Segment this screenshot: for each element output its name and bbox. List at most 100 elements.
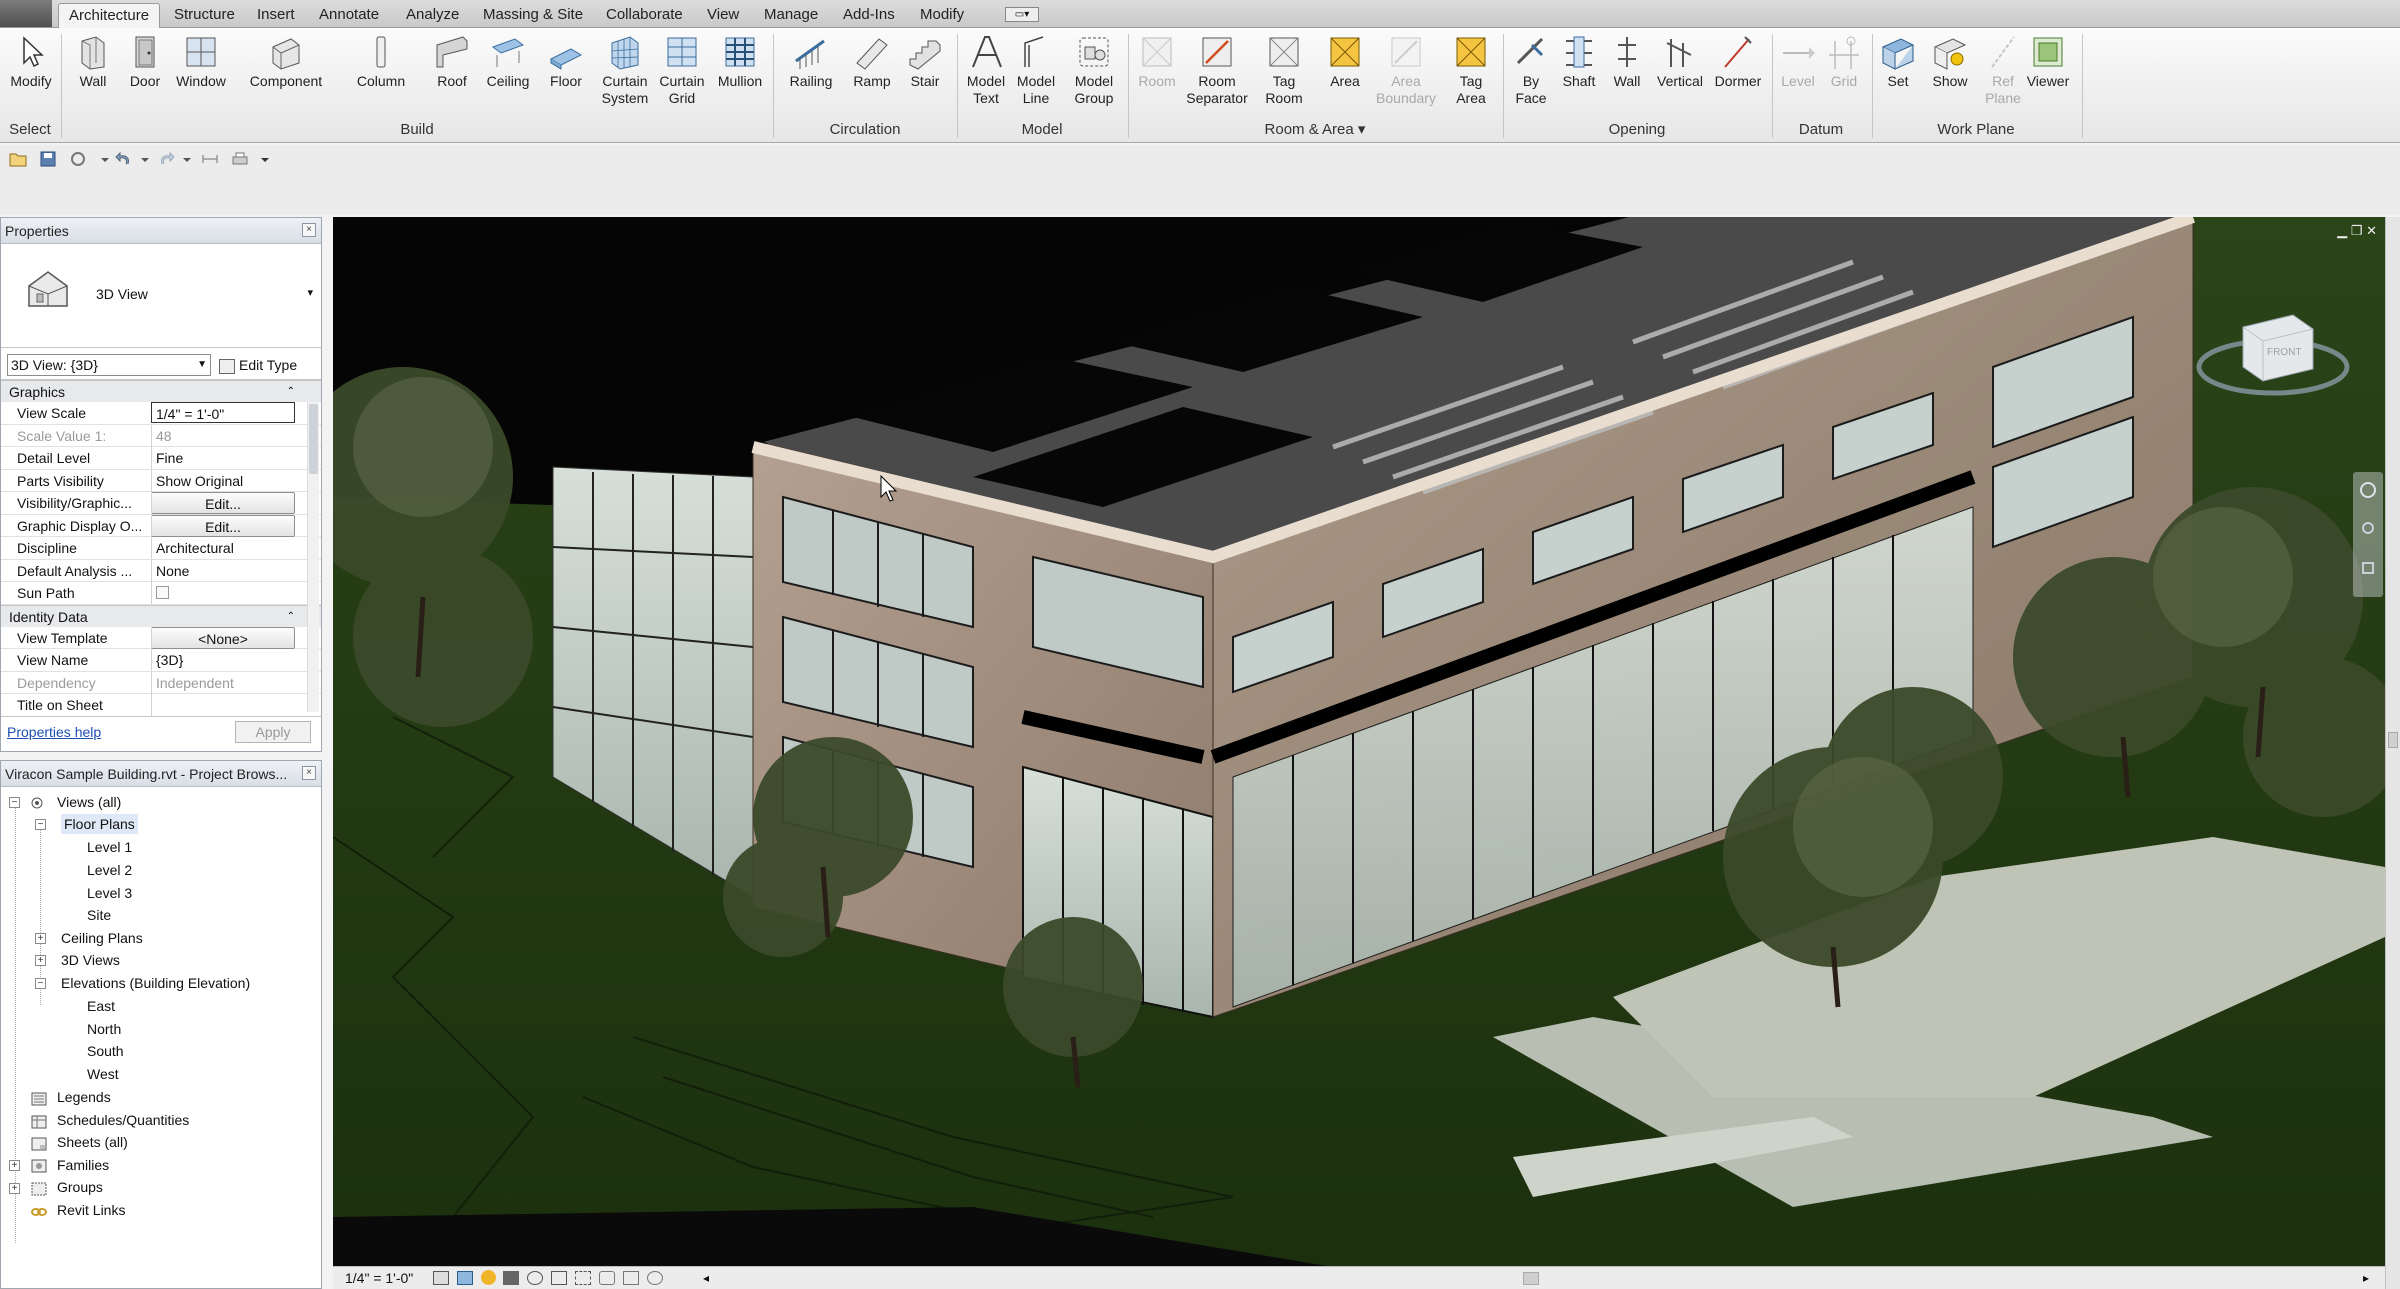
- collapse-toggle-icon[interactable]: −: [9, 797, 20, 808]
- tab-structure[interactable]: Structure: [164, 3, 245, 28]
- steering-wheel-icon[interactable]: [2360, 482, 2376, 498]
- ceiling-button[interactable]: Ceiling: [480, 33, 536, 90]
- instance-selector-dropdown[interactable]: 3D View: {3D} ▼: [7, 354, 211, 376]
- wall-opening-button[interactable]: Wall: [1604, 33, 1650, 90]
- tree-sheets[interactable]: Sheets (all): [57, 1132, 128, 1152]
- tree-level-1[interactable]: Level 1: [87, 837, 132, 857]
- viewer-button[interactable]: Viewer: [2020, 33, 2076, 90]
- tag-room-button[interactable]: Tag Room: [1258, 33, 1310, 107]
- vertical-scrollbar[interactable]: [2385, 217, 2400, 1289]
- group-identity-data[interactable]: Identity Data ⌃: [1, 604, 321, 628]
- grid-button[interactable]: Grid: [1822, 33, 1866, 90]
- model-group-button[interactable]: Model Group: [1066, 33, 1122, 107]
- scroll-right-arrow-icon[interactable]: ▸: [2363, 1267, 2369, 1289]
- set-workplane-button[interactable]: Set: [1876, 33, 1920, 90]
- tab-insert[interactable]: Insert: [247, 3, 305, 28]
- column-button[interactable]: Column: [350, 33, 412, 90]
- sync-central-icon[interactable]: [68, 150, 88, 168]
- restore-view-icon[interactable]: ❐: [2351, 223, 2363, 238]
- detail-level-field[interactable]: Fine: [151, 447, 295, 469]
- collapse-arrows-icon[interactable]: ⌃: [287, 606, 295, 628]
- dormer-button[interactable]: Dormer: [1710, 33, 1766, 90]
- tab-analyze[interactable]: Analyze: [396, 3, 469, 28]
- tree-east[interactable]: East: [87, 996, 115, 1016]
- show-workplane-button[interactable]: Show: [1924, 33, 1976, 90]
- collapse-toggle-icon[interactable]: −: [35, 978, 46, 989]
- open-folder-icon[interactable]: [8, 150, 28, 168]
- level-button[interactable]: Level: [1776, 33, 1820, 90]
- tree-floor-plans[interactable]: Floor Plans: [61, 814, 138, 834]
- dropdown-arrow-icon[interactable]: [100, 150, 110, 168]
- tab-architecture[interactable]: Architecture: [58, 3, 161, 28]
- sun-path-icon[interactable]: [481, 1270, 496, 1285]
- save-icon[interactable]: [38, 150, 58, 168]
- dropdown-arrow-icon[interactable]: [140, 150, 150, 168]
- room-button[interactable]: Room: [1132, 33, 1182, 90]
- scroll-thumb[interactable]: [309, 404, 318, 474]
- expand-toggle-icon[interactable]: +: [35, 933, 46, 944]
- tree-north[interactable]: North: [87, 1019, 121, 1039]
- tree-families[interactable]: Families: [57, 1155, 109, 1175]
- tab-annotate[interactable]: Annotate: [309, 3, 389, 28]
- edit-type-button[interactable]: Edit Type: [219, 354, 315, 376]
- shaft-button[interactable]: Shaft: [1554, 33, 1604, 90]
- group-graphics[interactable]: Graphics ⌃: [1, 380, 321, 402]
- tree-schedules[interactable]: Schedules/Quantities: [57, 1110, 189, 1130]
- type-selector[interactable]: 3D View ▾: [1, 244, 321, 348]
- 3d-viewport[interactable]: ▁ ❐ ✕ FRONT: [333, 217, 2385, 1267]
- expand-toggle-icon[interactable]: +: [9, 1183, 20, 1194]
- collapse-arrows-icon[interactable]: ⌃: [287, 381, 295, 403]
- dropdown-arrow-icon[interactable]: [182, 150, 192, 168]
- tree-3d-views[interactable]: 3D Views: [61, 950, 120, 970]
- crop-view-icon[interactable]: [551, 1271, 567, 1285]
- redo-icon[interactable]: [156, 150, 176, 168]
- window-button[interactable]: Window: [170, 33, 232, 90]
- tree-south[interactable]: South: [87, 1041, 124, 1061]
- area-boundary-button[interactable]: Area Boundary: [1374, 33, 1438, 107]
- ribbon-minimize-toggle-icon[interactable]: ▭▾: [1005, 7, 1039, 22]
- ramp-button[interactable]: Ramp: [846, 33, 898, 90]
- stair-button[interactable]: Stair: [900, 33, 950, 90]
- properties-help-link[interactable]: Properties help: [7, 724, 101, 740]
- discipline-field[interactable]: Architectural: [151, 537, 295, 559]
- tree-elevations[interactable]: Elevations (Building Elevation): [61, 973, 250, 993]
- shadows-icon[interactable]: [503, 1271, 519, 1285]
- customize-qat-arrow-icon[interactable]: [260, 150, 270, 168]
- measure-icon[interactable]: [200, 150, 220, 168]
- tab-modify[interactable]: Modify: [910, 3, 974, 28]
- tree-level-3[interactable]: Level 3: [87, 883, 132, 903]
- expand-toggle-icon[interactable]: +: [9, 1160, 20, 1171]
- tree-groups[interactable]: Groups: [57, 1177, 103, 1197]
- properties-close-icon[interactable]: ×: [302, 223, 316, 237]
- rendering-icon[interactable]: [527, 1271, 543, 1285]
- room-separator-button[interactable]: Room Separator: [1184, 33, 1250, 107]
- tag-area-button[interactable]: Tag Area: [1446, 33, 1496, 107]
- modify-button[interactable]: Modify: [6, 33, 56, 90]
- roof-button[interactable]: Roof: [428, 33, 476, 90]
- tree-revit-links[interactable]: Revit Links: [57, 1200, 125, 1220]
- area-button[interactable]: Area: [1320, 33, 1370, 90]
- view-scale-field[interactable]: 1/4" = 1'-0": [151, 402, 295, 423]
- view-name-field[interactable]: {3D}: [151, 649, 295, 671]
- type-dropdown-arrow-icon[interactable]: ▾: [307, 286, 313, 299]
- viewcube[interactable]: FRONT: [2193, 307, 2353, 397]
- graphic-display-edit-button[interactable]: Edit...: [151, 514, 295, 537]
- zoom-icon[interactable]: [2362, 522, 2374, 534]
- browser-close-icon[interactable]: ×: [302, 766, 316, 780]
- curtain-grid-button[interactable]: Curtain Grid: [656, 33, 708, 107]
- tree-ceiling-plans[interactable]: Ceiling Plans: [61, 928, 143, 948]
- wall-button[interactable]: Wall: [70, 33, 116, 90]
- tree-level-2[interactable]: Level 2: [87, 860, 132, 880]
- apply-button[interactable]: Apply: [235, 721, 311, 743]
- tab-add-ins[interactable]: Add-Ins: [833, 3, 905, 28]
- visual-style-icon[interactable]: [457, 1271, 473, 1285]
- collapse-toggle-icon[interactable]: −: [35, 819, 46, 830]
- model-line-button[interactable]: Model Line: [1012, 33, 1060, 107]
- view-scale-status[interactable]: 1/4" = 1'-0": [345, 1267, 413, 1289]
- panel-expand-arrow-icon[interactable]: ▾: [1358, 121, 1366, 138]
- component-button[interactable]: Component: [240, 33, 332, 90]
- tab-manage[interactable]: Manage: [754, 3, 828, 28]
- undo-icon[interactable]: [114, 150, 134, 168]
- close-view-icon[interactable]: ✕: [2366, 223, 2377, 238]
- visibility-graphics-edit-button[interactable]: Edit...: [151, 492, 295, 514]
